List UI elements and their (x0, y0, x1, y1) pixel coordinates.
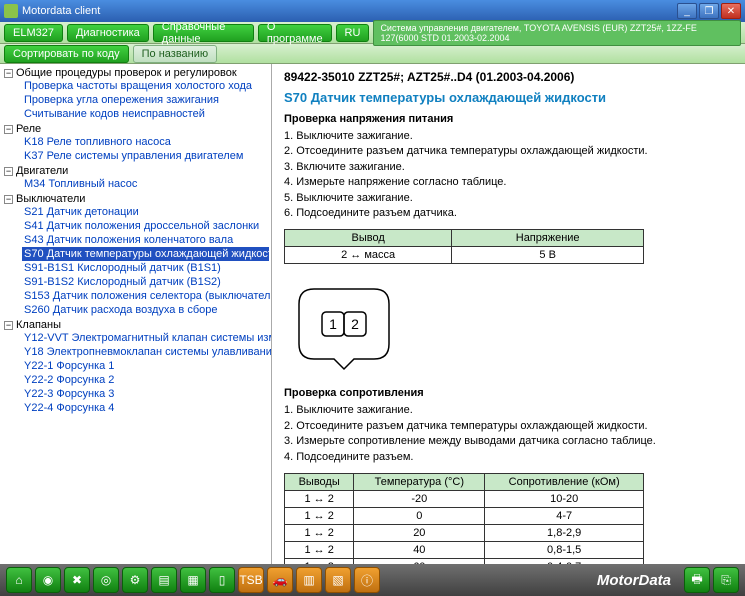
evo-icon[interactable]: ▤ (151, 567, 177, 593)
minimize-button[interactable]: _ (677, 3, 697, 19)
expand-icon[interactable]: − (4, 321, 13, 330)
td: 2 ↔ масса (285, 247, 452, 264)
tree-item[interactable]: S91-B1S1 Кислородный датчик (B1S1) (22, 261, 269, 275)
expand-icon[interactable]: − (4, 125, 13, 134)
app-icon (4, 4, 18, 18)
about-button[interactable]: О программе (258, 24, 332, 42)
data-icon[interactable]: ▦ (180, 567, 206, 593)
tree-item[interactable]: Y22-3 Форсунка 3 (22, 387, 269, 401)
tsb-icon[interactable]: TSB (238, 567, 264, 593)
sort-by-code-button[interactable]: Сортировать по коду (4, 45, 129, 63)
steps-list: 1. Выключите зажигание.2. Отсоедините ра… (284, 403, 733, 465)
td: 1 ↔ 2 (285, 541, 354, 558)
main-area: −Общие процедуры проверок и регулировок … (0, 64, 745, 564)
tree-item[interactable]: Y12-VVT Электромагнитный клапан системы … (22, 331, 269, 345)
tree-group[interactable]: Общие процедуры проверок и регулировок (16, 67, 237, 79)
tree-item[interactable]: S43 Датчик положения коленчатого вала (22, 233, 269, 247)
connector-diagram: 1 2 (284, 274, 733, 377)
section-title: Проверка напряжения питания (284, 113, 733, 125)
tree-item[interactable]: Y22-4 Форсунка 4 (22, 401, 269, 415)
http-icon[interactable]: ⓘ (354, 567, 380, 593)
pin-1-label: 1 (329, 316, 337, 332)
tree-item[interactable]: Считывание кодов неисправностей (22, 107, 269, 121)
reference-button[interactable]: Справочные данные (153, 24, 254, 42)
td: 1 ↔ 2 (285, 558, 354, 564)
tree-item[interactable]: S21 Датчик детонации (22, 205, 269, 219)
tree-item[interactable]: S260 Датчик расхода воздуха в сборе (22, 303, 269, 317)
th: Сопротивление (кОм) (485, 473, 644, 490)
target-icon[interactable]: ◎ (93, 567, 119, 593)
tree-item[interactable]: M34 Топливный насос (22, 177, 269, 191)
tree-item[interactable]: Y22-2 Форсунка 2 (22, 373, 269, 387)
close-icon[interactable]: ✖ (64, 567, 90, 593)
td: 0,8-1,5 (485, 541, 644, 558)
th: Выводы (285, 473, 354, 490)
expand-icon[interactable]: − (4, 167, 13, 176)
part-heading: 89422-35010 ZZT25#; AZT25#..D4 (01.2003-… (284, 70, 733, 84)
expand-icon[interactable]: − (4, 195, 13, 204)
copy-icon[interactable]: ⎘ (713, 567, 739, 593)
print-icon[interactable]: 🖶 (684, 567, 710, 593)
tree-item-selected[interactable]: S70 Датчик температуры охлаждающей жидко… (22, 247, 269, 261)
sort-by-name-button[interactable]: По названию (133, 45, 218, 63)
td: 60 (354, 558, 485, 564)
bottom-toolbar: ⌂ ◉ ✖ ◎ ⚙ ▤ ▦ ▯ TSB 🚗 ▥ ▧ ⓘ MotorData 🖶 … (0, 564, 745, 596)
td: -20 (354, 490, 485, 507)
pin-2-label: 2 (351, 316, 359, 332)
doc-icon[interactable]: ▧ (325, 567, 351, 593)
sort-bar: Сортировать по коду По названию (0, 44, 745, 64)
tree-item[interactable]: Проверка частоты вращения холостого хода (22, 79, 269, 93)
sensor-title: S70 Датчик температуры охлаждающей жидко… (284, 90, 733, 105)
car-icon[interactable]: 🚗 (267, 567, 293, 593)
tree-group[interactable]: Реле (16, 123, 41, 135)
tree-item[interactable]: K37 Реле системы управления двигателем (22, 149, 269, 163)
th: Вывод (285, 230, 452, 247)
motordata-logo: MotorData (597, 572, 671, 589)
td: 10-20 (485, 490, 644, 507)
language-button[interactable]: RU (336, 24, 370, 42)
tree-item[interactable]: K18 Реле топливного насоса (22, 135, 269, 149)
tree-group[interactable]: Двигатели (16, 165, 68, 177)
tree-item[interactable]: S41 Датчик положения дроссельной заслонк… (22, 219, 269, 233)
tree-group[interactable]: Клапаны (16, 319, 61, 331)
section-title: Проверка сопротивления (284, 387, 733, 399)
tree-item[interactable]: S153 Датчик положения селектора (выключа… (22, 289, 269, 303)
tree-group[interactable]: Выключатели (16, 193, 85, 205)
close-button[interactable]: ✕ (721, 3, 741, 19)
menubar: ELM327 Диагностика Справочные данные О п… (0, 22, 745, 44)
td: 1 ↔ 2 (285, 524, 354, 541)
globe-icon[interactable]: ◉ (35, 567, 61, 593)
chart-icon[interactable]: ▥ (296, 567, 322, 593)
tree-item[interactable]: Проверка угла опережения зажигания (22, 93, 269, 107)
voltage-table: ВыводНапряжение 2 ↔ масса5 В (284, 229, 644, 264)
td: 0,4-0,7 (485, 558, 644, 564)
steps-list: 1. Выключите зажигание.2. Отсоедините ра… (284, 129, 733, 221)
td: 5 В (452, 247, 644, 264)
td: 0 (354, 507, 485, 524)
resistance-table: Выводы Температура (°C) Сопротивление (к… (284, 473, 644, 564)
tree-item[interactable]: S91-B1S2 Кислородный датчик (B1S2) (22, 275, 269, 289)
device-icon[interactable]: ▯ (209, 567, 235, 593)
td: 4-7 (485, 507, 644, 524)
elm327-button[interactable]: ELM327 (4, 24, 63, 42)
tree-panel[interactable]: −Общие процедуры проверок и регулировок … (0, 64, 272, 564)
expand-icon[interactable]: − (4, 69, 13, 78)
th: Температура (°C) (354, 473, 485, 490)
status-text: Система управления двигателем, TOYOTA AV… (373, 20, 741, 46)
window-titlebar: Motordata client _ ❐ ✕ (0, 0, 745, 22)
dtc-icon[interactable]: ⚙ (122, 567, 148, 593)
diagnostics-button[interactable]: Диагностика (67, 24, 149, 42)
window-title: Motordata client (22, 5, 677, 17)
td: 1 ↔ 2 (285, 507, 354, 524)
home-icon[interactable]: ⌂ (6, 567, 32, 593)
td: 1 ↔ 2 (285, 490, 354, 507)
td: 40 (354, 541, 485, 558)
td: 1,8-2,9 (485, 524, 644, 541)
maximize-button[interactable]: ❐ (699, 3, 719, 19)
th: Напряжение (452, 230, 644, 247)
td: 20 (354, 524, 485, 541)
tree-item[interactable]: Y18 Электропневмоклапан системы улавлива… (22, 345, 269, 359)
content-panel[interactable]: 89422-35010 ZZT25#; AZT25#..D4 (01.2003-… (272, 64, 745, 564)
tree-item[interactable]: Y22-1 Форсунка 1 (22, 359, 269, 373)
